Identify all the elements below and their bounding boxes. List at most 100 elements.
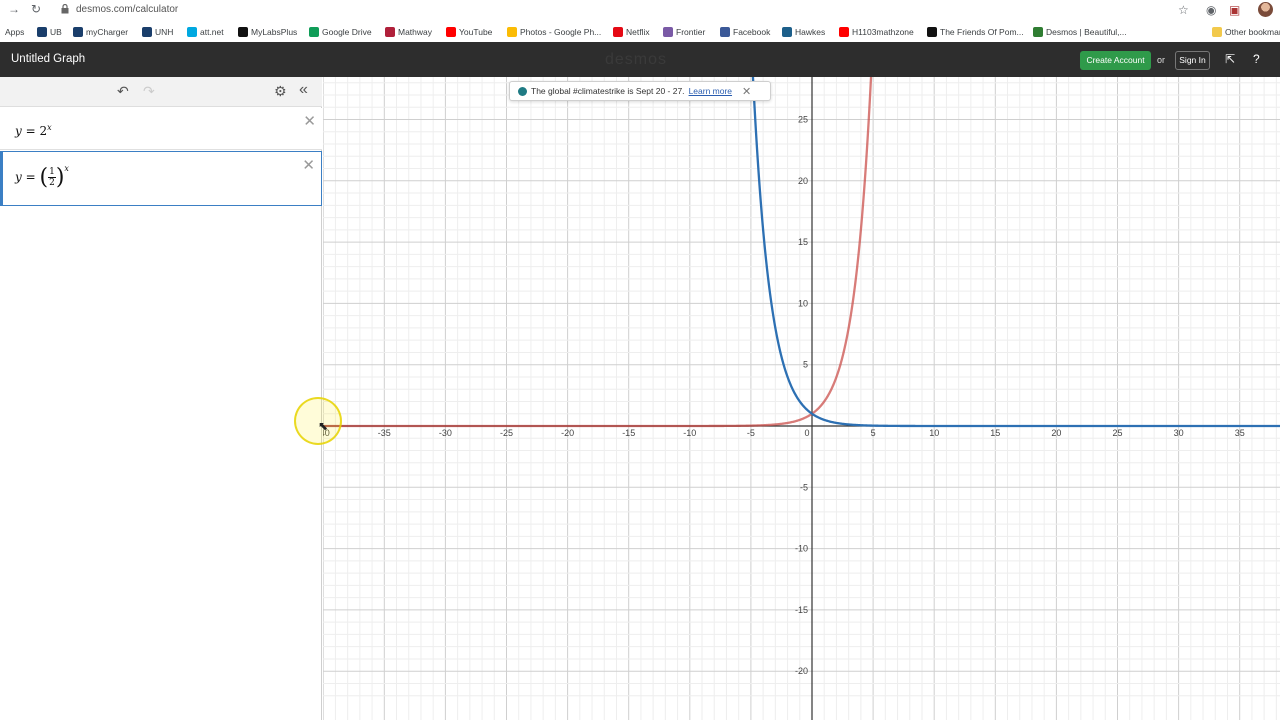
gear-icon[interactable]: ⚙ <box>274 83 287 100</box>
expression-math-1[interactable]: y = 2x <box>15 123 52 138</box>
bookmark-0[interactable]: Apps <box>5 25 24 39</box>
bookmark-label: Apps <box>5 27 25 37</box>
netflix-icon <box>613 27 623 37</box>
youtube-icon <box>839 27 849 37</box>
curve-series-2 <box>750 57 1280 428</box>
x-tick-label: 35 <box>1235 428 1245 438</box>
extension-icon[interactable]: ◉ <box>1206 3 1216 17</box>
expression-row-1[interactable]: y = 2x ✕ <box>0 108 322 150</box>
bookmark-1[interactable]: UB <box>37 25 62 39</box>
graph-title[interactable]: Untitled Graph <box>11 53 85 65</box>
x-tick-label: 0 <box>804 428 809 438</box>
bookmark-16[interactable]: Desmos | Beautiful,... <box>1033 25 1127 39</box>
x-tick-label: 30 <box>1174 428 1184 438</box>
bookmark-11[interactable]: Frontier <box>663 25 705 39</box>
notice-text: The global #climatestrike is Sept 20 - 2… <box>531 86 685 96</box>
hawkes-icon <box>782 27 792 37</box>
redo-icon[interactable]: ↷ <box>143 83 155 100</box>
expression-list-panel: ↶ ↷ ⚙ « y = 2x ✕ y = (1 2)x ✕ <box>0 77 322 720</box>
delete-expression-icon[interactable]: ✕ <box>303 112 316 130</box>
bookmark-label: YouTube <box>459 27 493 37</box>
bookmark-label: Facebook <box>733 27 771 37</box>
forward-arrow-icon[interactable]: → <box>8 2 20 16</box>
bookmark-label: UNH <box>155 27 174 37</box>
bookmark-8[interactable]: YouTube <box>446 25 492 39</box>
bookmark-13[interactable]: Hawkes <box>782 25 825 39</box>
reload-icon[interactable]: ↻ <box>31 2 41 16</box>
desmos-header: Untitled Graph desmos Create Account or … <box>0 42 1280 77</box>
mouse-pointer-icon: ⬉ <box>318 419 329 433</box>
desmos-icon <box>1033 27 1043 37</box>
curve-series-1 <box>323 57 874 428</box>
friends-icon <box>927 27 937 37</box>
mathway-icon <box>385 27 395 37</box>
expression-math-2[interactable]: y = (1 2)x <box>15 164 69 190</box>
x-tick-label: -10 <box>683 428 696 438</box>
other-bookmarks[interactable]: Other bookmarks <box>1212 25 1280 39</box>
y-tick-label: -20 <box>795 666 808 676</box>
graph-canvas[interactable]: -40-35-30-25-20-15-10-505101520253035252… <box>317 57 1280 720</box>
ub-icon <box>37 27 47 37</box>
bookmark-label: Hawkes <box>795 27 826 37</box>
bookmark-label: Other bookmarks <box>1225 27 1280 37</box>
create-account-button[interactable]: Create Account <box>1080 51 1151 70</box>
bookmark-5[interactable]: MyLabsPlus <box>238 25 297 39</box>
bookmark-label: The Friends Of Pom... <box>940 27 1024 37</box>
bookmark-7[interactable]: Mathway <box>385 25 432 39</box>
google-drive-icon <box>309 27 319 37</box>
unh-icon <box>142 27 152 37</box>
globe-icon <box>518 86 527 96</box>
bookmark-label: myCharger <box>86 27 129 37</box>
x-tick-label: -5 <box>747 428 755 438</box>
extension-pdf-icon[interactable]: ▣ <box>1229 3 1240 17</box>
bookmark-label: Netflix <box>626 27 650 37</box>
bookmark-3[interactable]: UNH <box>142 25 173 39</box>
profile-avatar[interactable] <box>1258 2 1273 17</box>
bookmark-15[interactable]: The Friends Of Pom... <box>927 25 1024 39</box>
att-icon <box>187 27 197 37</box>
x-tick-label: -25 <box>500 428 513 438</box>
x-tick-label: 25 <box>1112 428 1122 438</box>
x-tick-label: -35 <box>378 428 391 438</box>
learn-more-link[interactable]: Learn more <box>689 86 732 96</box>
delete-expression-icon[interactable]: ✕ <box>302 156 315 174</box>
y-tick-label: 25 <box>798 115 808 125</box>
bookmark-14[interactable]: H1103mathzone <box>839 25 914 39</box>
x-tick-label: -15 <box>622 428 635 438</box>
bookmark-label: H1103mathzone <box>852 27 914 37</box>
x-tick-label: 20 <box>1051 428 1061 438</box>
help-icon[interactable]: ? <box>1253 52 1260 66</box>
y-tick-label: -10 <box>795 544 808 554</box>
undo-icon[interactable]: ↶ <box>117 83 129 100</box>
collapse-panel-icon[interactable]: « <box>299 81 308 99</box>
bookmark-4[interactable]: att.net <box>187 25 224 39</box>
bookmarks-bar: Apps UB myCharger UNH att.net MyLabsPlus Googl… <box>0 20 1280 42</box>
share-icon[interactable]: ⇱ <box>1225 52 1235 66</box>
x-tick-label: -30 <box>439 428 452 438</box>
youtube-icon <box>446 27 456 37</box>
graph-paper[interactable]: -40-35-30-25-20-15-10-505101520253035252… <box>317 57 1280 720</box>
bookmark-label: Desmos | Beautiful,... <box>1046 27 1127 37</box>
sign-in-button[interactable]: Sign In <box>1175 51 1210 70</box>
x-tick-label: -20 <box>561 428 574 438</box>
y-tick-label: 20 <box>798 176 808 186</box>
mylabsplus-icon <box>238 27 248 37</box>
bookmark-label: Mathway <box>398 27 433 37</box>
bookmark-12[interactable]: Facebook <box>720 25 770 39</box>
expression-row-2[interactable]: y = (1 2)x ✕ <box>0 151 322 206</box>
y-tick-label: 5 <box>803 360 808 370</box>
y-tick-label: -15 <box>795 605 808 615</box>
lock-icon <box>61 4 69 14</box>
browser-address-bar: → ↻ desmos.com/calculator ☆ ◉ ▣ <box>0 0 1280 20</box>
desmos-logo: desmos <box>605 51 668 68</box>
bookmark-9[interactable]: Photos - Google Ph... <box>507 25 601 39</box>
or-label: or <box>1157 55 1166 65</box>
star-bookmark-icon[interactable]: ☆ <box>1178 3 1189 17</box>
bookmark-10[interactable]: Netflix <box>613 25 650 39</box>
bookmark-label: Google Drive <box>322 27 372 37</box>
url-text[interactable]: desmos.com/calculator <box>76 4 178 15</box>
bookmark-6[interactable]: Google Drive <box>309 25 372 39</box>
close-icon[interactable]: ✕ <box>742 85 751 98</box>
bookmark-2[interactable]: myCharger <box>73 25 128 39</box>
expression-toolbar: ↶ ↷ ⚙ « <box>0 77 322 107</box>
